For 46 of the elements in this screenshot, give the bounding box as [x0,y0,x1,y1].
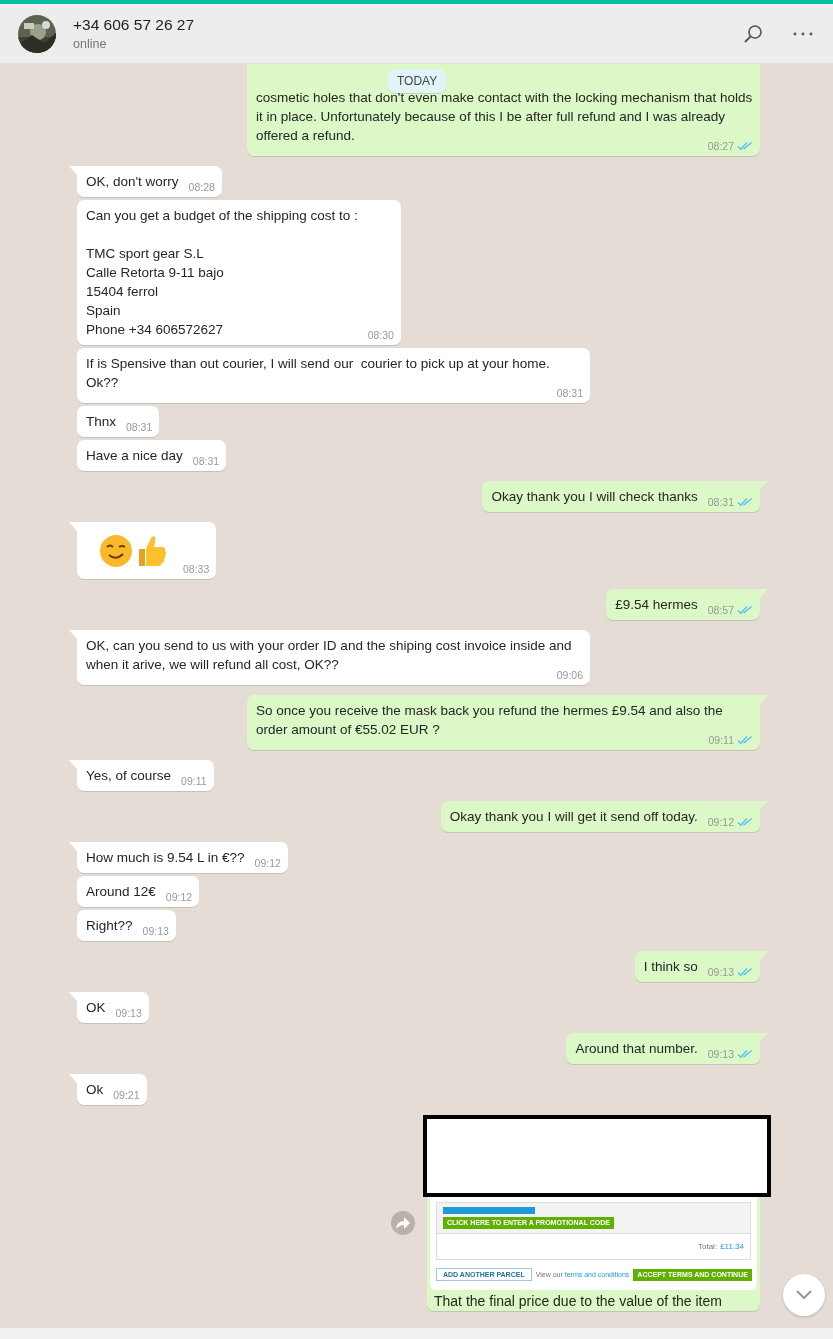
total-amount: £11.34 [720,1241,744,1253]
message-time: 08:31 [126,420,153,434]
message-time: 09:13 [115,1006,142,1020]
message-time: 08:31 [556,386,583,400]
contact-status: online [73,37,108,51]
message-time: 08:57 [707,603,734,617]
message-text: Okay thank you I will check thanks [491,488,698,506]
message-text: Have a nice day [86,447,183,465]
message-time: 09:12 [165,890,193,904]
message-text: I think so [643,958,698,976]
date-badge: TODAY [388,69,447,93]
chevron-down-icon [796,1290,812,1300]
message-text: That the final price due to the value of the item [433,1292,723,1311]
forward-icon [396,1217,410,1229]
menu-icon [793,31,813,36]
message-text: Around 12€ [86,883,156,901]
message-time: 09:13 [142,924,169,938]
total-label: Total: [698,1241,718,1253]
message-text: How much is 9.54 L in €?? [86,849,245,867]
message-time: 08:28 [188,180,215,194]
thumbs-up-icon [136,534,168,568]
message-text: £9.54 hermes [615,596,698,614]
message-time: 09:11 [181,774,207,788]
message-text: Okay thank you I will get it send off today. [449,808,698,826]
message-text: OK [86,999,106,1017]
message-text: Ok [86,1081,104,1099]
message-time: 09:13 [707,965,734,979]
message-time: 09:13 [707,1047,734,1061]
message-text: OK, don't worry [86,173,179,191]
message-text: Yes, of course [86,767,172,785]
contact-name: +34 606 57 26 27 [73,16,196,34]
message-time: 08:30 [367,328,394,342]
message-time: 09:12 [707,815,734,829]
message-text: Can you get a budget of the shipping cost to : TMC sport gear S.L Calle Retorta 9-11 bajo 15404 ferrol Spain Phone +34 606572627 [86,207,358,339]
message-time: 09:12 [254,856,281,870]
message-time: 08:31 [707,495,734,509]
message-text: Right?? [86,917,133,935]
winking-face-icon [99,534,133,568]
avatar[interactable] [18,14,56,53]
message-text: Thnx [86,413,116,431]
message-time: 09:21 [113,1088,140,1102]
message-text: If is Spensive than out courier, I will send our courier to pick up at your home. Ok?? [86,355,551,392]
message-time: 08:33 [183,562,210,576]
message-text: Around that number. [575,1040,698,1058]
search-icon [743,23,763,44]
message-time: 08:31 [192,454,220,468]
